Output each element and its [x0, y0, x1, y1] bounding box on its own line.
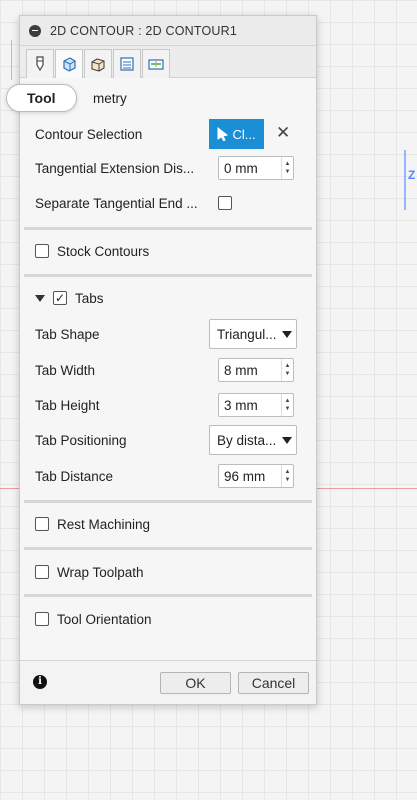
dialog-footer: i OK Cancel — [20, 660, 316, 704]
tabs-section-row: Tabs — [35, 289, 301, 307]
z-axis-label: Z — [408, 168, 416, 182]
dialog-title: 2D CONTOUR : 2D CONTOUR1 — [50, 23, 238, 38]
divider — [24, 547, 312, 550]
contour-select-button-label: Cl... — [232, 126, 256, 142]
rest-machining-row: Rest Machining — [35, 515, 301, 533]
geometry-tab-icon[interactable] — [55, 49, 83, 78]
passes-tab-icon[interactable] — [113, 49, 141, 78]
info-icon[interactable]: i — [33, 675, 47, 689]
contour-selection-row: Contour Selection Cl... ✕ — [35, 119, 301, 149]
clear-selection-icon[interactable]: ✕ — [276, 123, 290, 143]
tab-shape-value: Triangul... — [217, 326, 277, 342]
stock-contours-row: Stock Contours — [35, 242, 301, 260]
tab-width-input[interactable]: 8 mm ▲ ▼ — [218, 358, 294, 382]
canvas-edge — [0, 40, 12, 80]
collapse-icon[interactable] — [29, 24, 41, 37]
separate-tangential-label: Separate Tangential End ... — [35, 195, 198, 211]
contour-selection-label: Contour Selection — [35, 126, 143, 142]
tab-distance-label: Tab Distance — [35, 468, 114, 484]
stepper-arrows-icon[interactable]: ▲ ▼ — [281, 394, 293, 416]
tool-tooltip: Tool — [6, 84, 77, 112]
dialog-titlebar[interactable]: 2D CONTOUR : 2D CONTOUR1 — [20, 16, 316, 46]
tab-positioning-row: Tab Positioning By dista... — [35, 425, 301, 455]
tab-height-row: Tab Height 3 mm ▲ ▼ — [35, 393, 301, 417]
tabs-checkbox[interactable] — [53, 291, 67, 305]
tab-shape-label: Tab Shape — [35, 326, 100, 342]
wrap-toolpath-label: Wrap Toolpath — [57, 564, 144, 580]
cancel-button[interactable]: Cancel — [238, 672, 309, 694]
tabs-label: Tabs — [75, 290, 104, 306]
cursor-arrow-icon — [217, 127, 229, 141]
rest-machining-label: Rest Machining — [57, 516, 151, 532]
tangential-extension-input[interactable]: 0 mm ▲ ▼ — [218, 156, 294, 180]
contour-select-button[interactable]: Cl... — [209, 119, 264, 149]
tab-width-row: Tab Width 8 mm ▲ ▼ — [35, 358, 301, 382]
tab-height-input[interactable]: 3 mm ▲ ▼ — [218, 393, 294, 417]
tab-width-label: Tab Width — [35, 362, 96, 378]
divider — [24, 274, 312, 277]
divider — [24, 500, 312, 503]
stepper-arrows-icon[interactable]: ▲ ▼ — [281, 359, 293, 381]
linking-tab-icon[interactable] — [142, 49, 170, 78]
tangential-extension-value: 0 mm — [224, 160, 258, 176]
tool-orientation-row: Tool Orientation — [35, 610, 301, 628]
tab-positioning-label: Tab Positioning — [35, 432, 127, 448]
tool-orientation-label: Tool Orientation — [57, 611, 152, 627]
tool-tab-icon[interactable] — [26, 49, 54, 78]
tab-distance-value: 96 mm — [224, 468, 266, 484]
tab-shape-row: Tab Shape Triangul... — [35, 319, 301, 349]
tab-height-value: 3 mm — [224, 397, 258, 413]
stepper-arrows-icon[interactable]: ▲ ▼ — [281, 157, 293, 179]
divider — [24, 594, 312, 597]
tool-orientation-checkbox[interactable] — [35, 612, 49, 626]
divider — [24, 227, 312, 230]
wrap-toolpath-row: Wrap Toolpath — [35, 563, 301, 581]
tab-distance-input[interactable]: 96 mm ▲ ▼ — [218, 464, 294, 488]
tab-width-value: 8 mm — [224, 362, 258, 378]
rest-machining-checkbox[interactable] — [35, 517, 49, 531]
separate-tangential-row: Separate Tangential End ... — [35, 194, 301, 212]
stock-contours-label: Stock Contours — [57, 243, 150, 259]
contour-dialog: 2D CONTOUR : 2D CONTOUR1 metry Contour S… — [19, 15, 317, 705]
tangential-extension-label: Tangential Extension Dis... — [35, 160, 195, 176]
z-axis-indicator: Z — [404, 150, 417, 210]
collapse-triangle-icon[interactable] — [35, 294, 45, 302]
tab-positioning-select[interactable]: By dista... — [209, 425, 297, 455]
tab-positioning-value: By dista... — [217, 432, 277, 448]
dropdown-caret-icon — [282, 330, 292, 338]
tab-shape-select[interactable]: Triangul... — [209, 319, 297, 349]
dropdown-caret-icon — [282, 436, 292, 444]
separate-tangential-checkbox[interactable] — [218, 196, 232, 210]
stock-contours-checkbox[interactable] — [35, 244, 49, 258]
tangential-extension-row: Tangential Extension Dis... 0 mm ▲ ▼ — [35, 156, 301, 180]
stepper-arrows-icon[interactable]: ▲ ▼ — [281, 465, 293, 487]
geometry-section-header[interactable]: metry — [93, 91, 127, 106]
wrap-toolpath-checkbox[interactable] — [35, 565, 49, 579]
tab-height-label: Tab Height — [35, 397, 100, 413]
tab-distance-row: Tab Distance 96 mm ▲ ▼ — [35, 464, 301, 488]
heights-tab-icon[interactable] — [84, 49, 112, 78]
dialog-tab-strip — [20, 46, 316, 78]
ok-button[interactable]: OK — [160, 672, 231, 694]
